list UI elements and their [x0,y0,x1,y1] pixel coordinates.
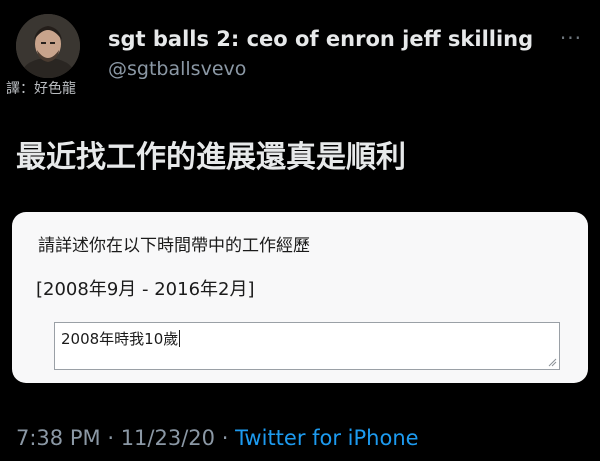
author-handle[interactable]: @sgtballsvevo [108,57,246,81]
more-dots-icon[interactable]: ··· [560,28,582,48]
resize-handle-icon[interactable] [547,357,557,367]
meta-separator: · [107,426,114,450]
tweet-meta: 7:38 PM · 11/23/20 · Twitter for iPhone [16,424,419,452]
answer-textarea[interactable]: 2008年時我10歲 [54,322,560,370]
avatar[interactable] [16,14,80,78]
translator-credit: 譯：好色龍 [6,81,76,97]
tweet-date[interactable]: 11/23/20 [121,426,215,450]
form-date-range: [2008年9月 - 2016年2月] [36,279,255,300]
form-screenshot: 請詳述你在以下時間帶中的工作經歷 [2008年9月 - 2016年2月] 200… [12,212,588,383]
text-caret [179,330,181,347]
author-display-name[interactable]: sgt balls 2: ceo of enron jeff skilling [108,26,533,52]
tweet-text: 最近找工作的進展還真是順利 [16,140,406,175]
tweet-time[interactable]: 7:38 PM [16,426,101,450]
profile-photo-icon [16,14,80,78]
form-question: 請詳述你在以下時間帶中的工作經歷 [38,236,310,256]
tweet-source-link[interactable]: Twitter for iPhone [235,426,419,450]
answer-text: 2008年時我10歲 [61,330,179,348]
meta-separator: · [221,426,229,450]
tweet: 譯：好色龍 sgt balls 2: ceo of enron jeff ski… [0,0,600,461]
